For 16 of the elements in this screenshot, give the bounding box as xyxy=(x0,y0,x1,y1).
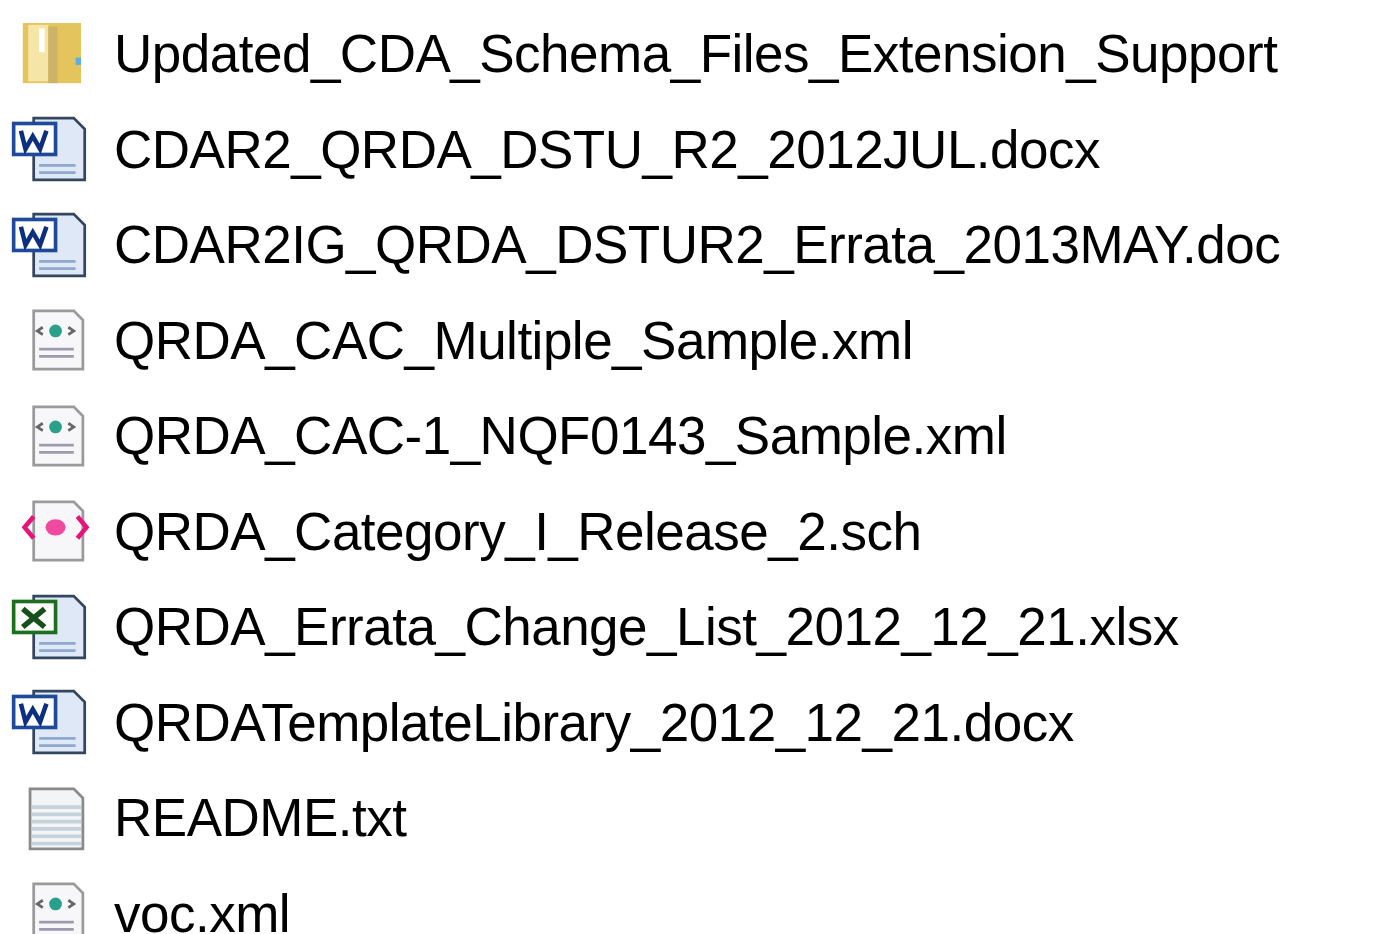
file-name: QRDA_CAC-1_NQF0143_Sample.xml xyxy=(114,409,1007,463)
file-item[interactable]: QRDATemplateLibrary_2012_12_21.docx xyxy=(0,674,1378,770)
file-item[interactable]: QRDA_CAC_Multiple_Sample.xml xyxy=(0,292,1378,388)
file-name: QRDA_Errata_Change_List_2012_12_21.xlsx xyxy=(114,600,1179,654)
file-item[interactable]: QRDA_Errata_Change_List_2012_12_21.xlsx xyxy=(0,579,1378,675)
file-name: Updated_CDA_Schema_Files_Extension_Support xyxy=(114,27,1278,81)
file-item[interactable]: QRDA_Category_I_Release_2.sch xyxy=(0,483,1378,579)
file-name: README.txt xyxy=(114,791,407,845)
file-name: voc.xml xyxy=(114,886,291,934)
file-item[interactable]: Updated_CDA_Schema_Files_Extension_Support xyxy=(0,6,1378,102)
file-item[interactable]: voc.xml xyxy=(0,865,1378,934)
file-name: CDAR2IG_QRDA_DSTUR2_Errata_2013MAY.doc xyxy=(114,218,1281,272)
file-item[interactable]: CDAR2IG_QRDA_DSTUR2_Errata_2013MAY.doc xyxy=(0,197,1378,293)
file-item[interactable]: QRDA_CAC-1_NQF0143_Sample.xml xyxy=(0,388,1378,484)
file-item[interactable]: CDAR2_QRDA_DSTU_R2_2012JUL.docx xyxy=(0,101,1378,197)
file-item[interactable]: README.txt xyxy=(0,770,1378,866)
